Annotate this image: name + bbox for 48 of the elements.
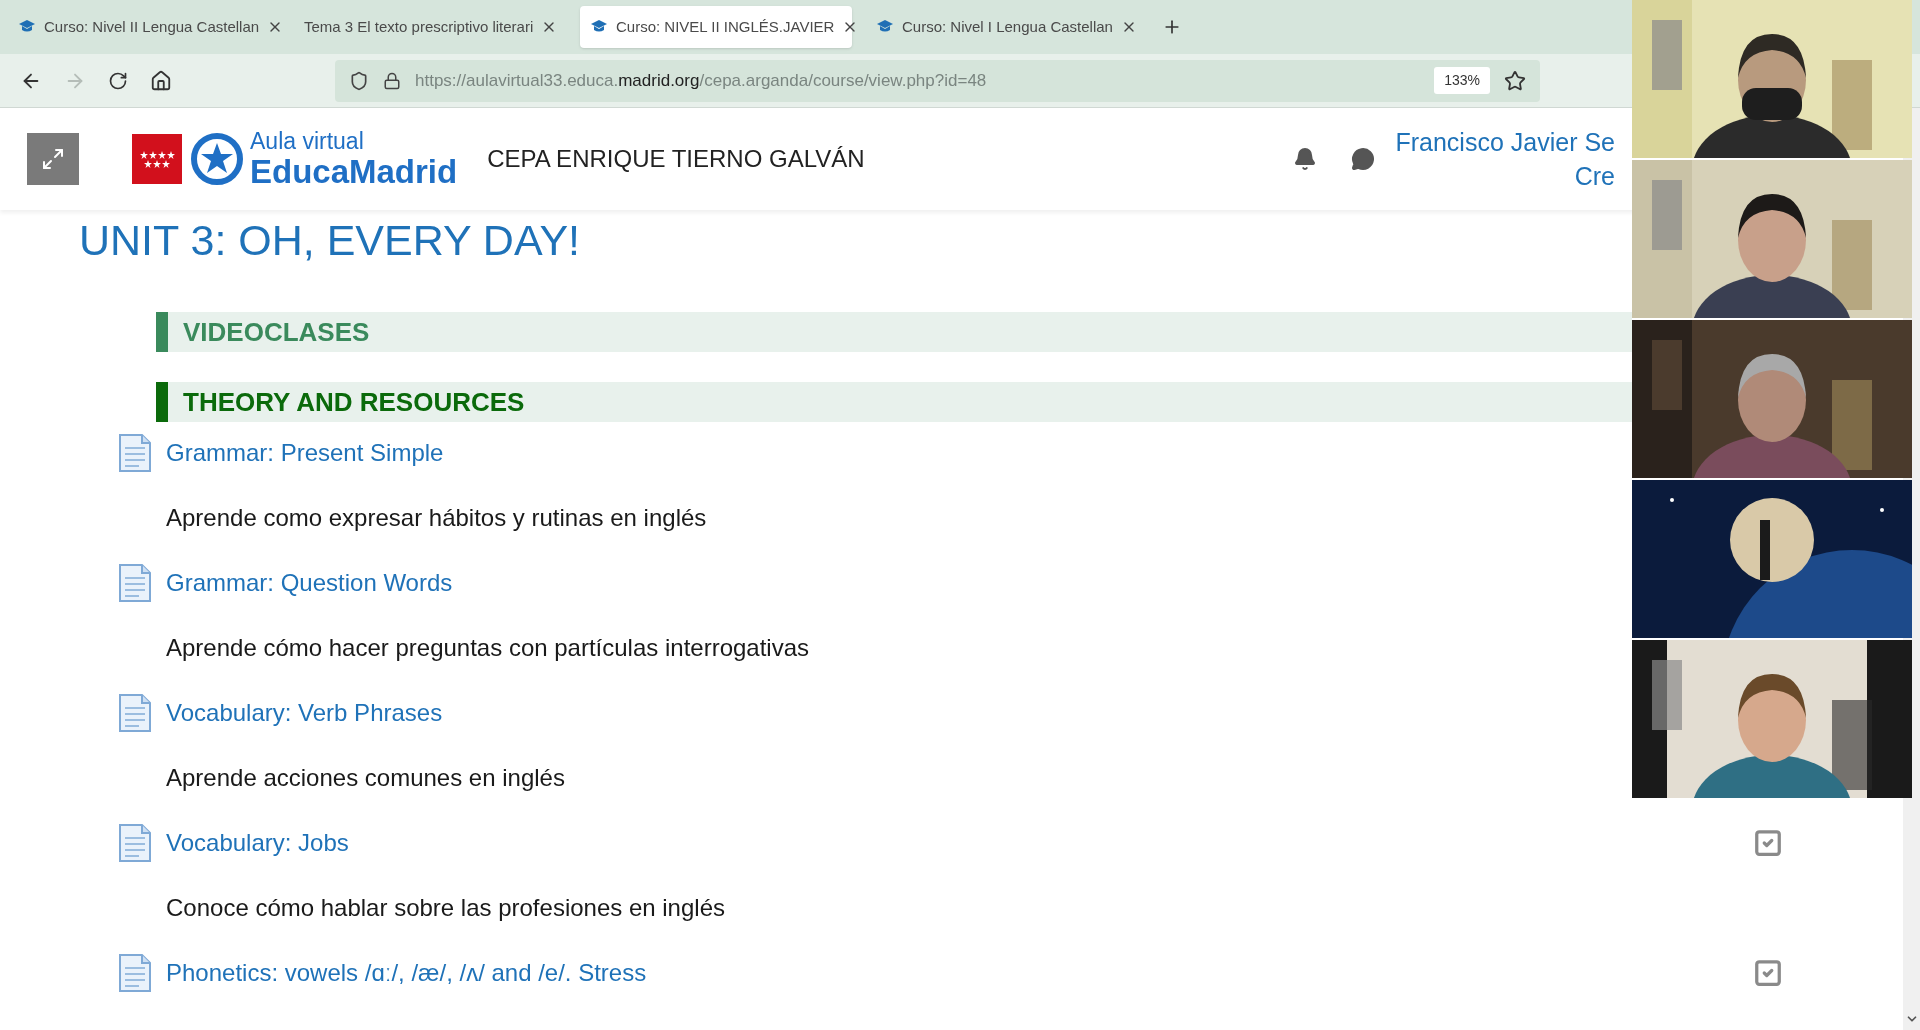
tab-title: Curso: Nivel II Lengua Castellan [44, 16, 260, 37]
unit-title: UNIT 3: OH, EVERY DAY! [78, 215, 582, 266]
browser-tab[interactable]: Curso: Nivel II Lengua Castellan [8, 6, 280, 48]
tab-title: Tema 3 El texto prescriptivo literari [304, 16, 534, 37]
document-icon [118, 953, 152, 993]
resource-description: Aprende como expresar hábitos y rutinas en inglés [166, 503, 707, 533]
browser-tab[interactable]: Curso: Nivel I Lengua Castellan [866, 6, 1138, 48]
browser-tab[interactable]: Tema 3 El texto prescriptivo literari [294, 6, 566, 48]
school-name: CEPA ENRIQUE TIERNO GALVÁN [487, 144, 865, 174]
region-flag-icon [132, 134, 182, 184]
user-name[interactable]: Cre [1574, 159, 1615, 193]
resource-description: Conoce cómo hablar sobre las profesiones en inglés [166, 893, 725, 923]
address-bar[interactable]: https://aulavirtual33.educa.madrid.org/cepa.arganda/course/view.php?id=48 133% [335, 59, 1540, 102]
expand-button[interactable] [27, 133, 79, 185]
user-name[interactable]: Francisco Javier Se [1395, 125, 1615, 159]
resource-description: Aprende acciones comunes en inglés [166, 763, 565, 793]
lock-icon [383, 71, 401, 90]
tab-title: Curso: Nivel I Lengua Castellan [902, 16, 1113, 37]
home-icon[interactable] [150, 69, 172, 92]
resource-link[interactable]: Grammar: Question Words [166, 565, 453, 601]
resource-link[interactable]: Grammar: Present Simple [166, 435, 444, 471]
resource-link[interactable]: Phonetics: vowels /ɑː/, /æ/, /ʌ/ and /e/. Stress [166, 955, 647, 991]
resource-link[interactable]: Vocabulary: Verb Phrases [166, 695, 443, 731]
completion-checkbox[interactable] [1753, 828, 1783, 858]
completion-checkbox[interactable] [1753, 958, 1783, 988]
logo-subtitle: Aula virtual [250, 130, 365, 153]
star-logo-icon [190, 132, 244, 186]
reload-icon[interactable] [108, 70, 128, 91]
url-text: https://aulavirtual33.educa.madrid.org/cepa.arganda/course/view.php?id=48 [415, 69, 988, 92]
section-header[interactable]: VIDEOCLASES [156, 312, 1632, 352]
document-icon [118, 823, 152, 863]
star-icon[interactable] [1504, 69, 1526, 92]
notification-bell-icon[interactable] [1293, 147, 1318, 171]
section-title: VIDEOCLASES [183, 315, 370, 349]
expand-icon [41, 147, 65, 171]
document-icon [118, 563, 152, 603]
zoom-level[interactable]: 133% [1434, 67, 1490, 94]
browser-tab[interactable]: Curso: NIVEL II INGLÉS.JAVIER [580, 6, 852, 48]
resource-link[interactable]: Vocabulary: Jobs [166, 825, 349, 861]
document-icon [118, 693, 152, 733]
document-icon [118, 433, 152, 473]
section-title: THEORY AND RESOURCES [183, 385, 525, 419]
section-header[interactable]: THEORY AND RESOURCES [156, 382, 1632, 422]
shield-icon [349, 70, 369, 91]
logo-title: EducaMadrid [250, 155, 458, 188]
tab-title: Curso: NIVEL II INGLÉS.JAVIER [616, 16, 835, 37]
chat-icon[interactable] [1351, 147, 1376, 171]
resource-description: Aprende cómo hacer preguntas con partículas interrogativas [166, 633, 810, 663]
